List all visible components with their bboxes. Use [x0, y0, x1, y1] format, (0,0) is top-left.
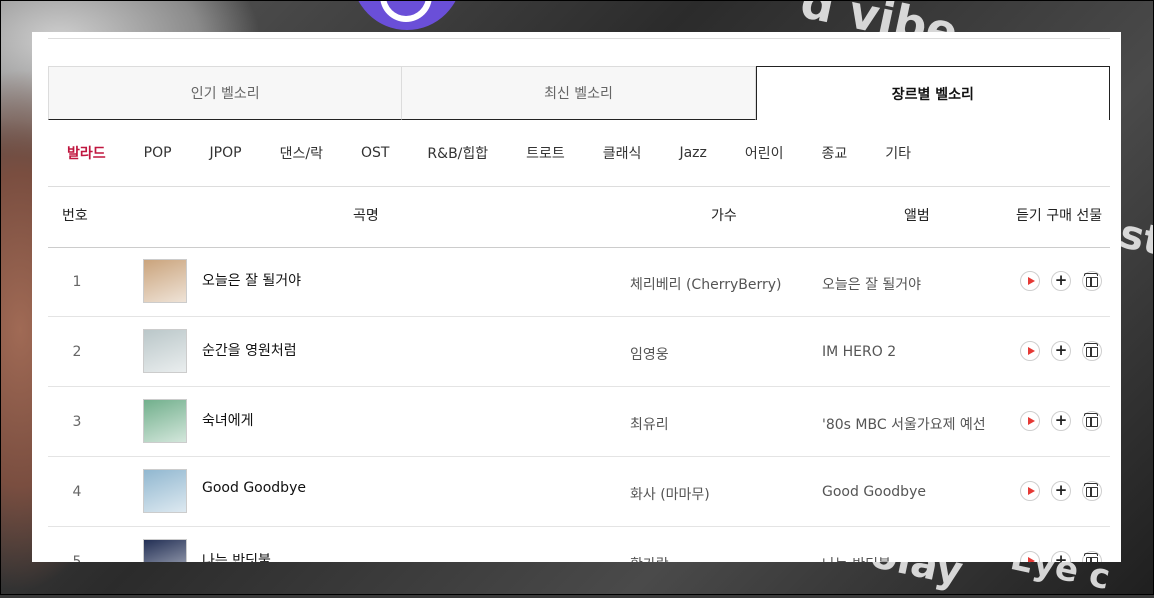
play-icon [1027, 277, 1035, 285]
table-header: 번호 곡명 가수 앨범 듣기 구매 선물 [48, 186, 1110, 248]
genre-rnb-hiphop[interactable]: R&B/힙합 [408, 143, 507, 163]
gift-icon [1084, 553, 1098, 562]
row-actions: + [1020, 481, 1102, 501]
gift-button[interactable] [1082, 411, 1102, 431]
gift-button[interactable] [1082, 481, 1102, 501]
album-cover[interactable] [143, 469, 187, 513]
play-icon [1027, 557, 1035, 562]
play-button[interactable] [1020, 271, 1040, 291]
gift-icon [1084, 343, 1098, 357]
plus-icon: + [1054, 551, 1068, 563]
song-album[interactable]: IM HERO 2 [822, 344, 896, 360]
gift-icon [1084, 413, 1098, 427]
play-icon [1027, 417, 1035, 425]
song-album[interactable]: 오늘은 잘 될거야 [822, 274, 921, 294]
buy-button[interactable]: + [1051, 341, 1071, 361]
song-artist[interactable]: 화사 (마마무) [630, 484, 710, 504]
gift-icon [1084, 273, 1098, 287]
table-row: 1 오늘은 잘 될거야 체리베리 (CherryBerry) 오늘은 잘 될거야… [48, 247, 1110, 317]
song-artist[interactable]: 최유리 [630, 414, 669, 434]
table-row: 3 숙녀에게 최유리 '80s MBC 서울가요제 예선 + [48, 387, 1110, 457]
genre-jazz[interactable]: Jazz [660, 145, 725, 161]
table-row: 4 Good Goodbye 화사 (마마무) Good Goodbye + [48, 457, 1110, 527]
genre-ballad[interactable]: 발라드 [48, 143, 125, 163]
buy-button[interactable]: + [1051, 551, 1071, 562]
category-tabs: 인기 벨소리 최신 벨소리 장르별 벨소리 [48, 66, 1110, 120]
top-divider [48, 32, 1110, 39]
row-number: 5 [72, 554, 82, 562]
header-number: 번호 [62, 208, 88, 224]
table-row: 5 나는 반딧불 황가람 나는 반딧불 + [48, 527, 1110, 562]
tab-genre[interactable]: 장르별 벨소리 [755, 66, 1110, 120]
gift-button[interactable] [1082, 551, 1102, 562]
header-artist: 가수 [711, 208, 737, 224]
song-title[interactable]: Good Goodbye [202, 480, 306, 496]
genre-kids[interactable]: 어린이 [726, 143, 803, 163]
row-number: 3 [72, 414, 82, 430]
genre-filter-bar: 발라드 POP JPOP 댄스/락 OST R&B/힙합 트로트 클래식 Jaz… [48, 120, 1110, 187]
genre-etc[interactable]: 기타 [866, 143, 930, 163]
genre-ost[interactable]: OST [342, 145, 408, 161]
song-artist[interactable]: 임영웅 [630, 344, 669, 364]
tab-latest[interactable]: 최신 벨소리 [402, 66, 756, 120]
ringtone-panel: 인기 벨소리 최신 벨소리 장르별 벨소리 발라드 POP JPOP 댄스/락 … [32, 32, 1121, 562]
plus-icon: + [1054, 271, 1068, 289]
header-album: 앨범 [904, 208, 930, 224]
row-number: 2 [72, 344, 82, 360]
plus-icon: + [1054, 411, 1068, 429]
gift-icon [1084, 483, 1098, 497]
song-title[interactable]: 나는 반딧불 [202, 550, 271, 562]
album-cover[interactable] [143, 329, 187, 373]
row-actions: + [1020, 271, 1102, 291]
plus-icon: + [1054, 481, 1068, 499]
song-album[interactable]: '80s MBC 서울가요제 예선 [822, 414, 986, 434]
genre-trot[interactable]: 트로트 [507, 143, 584, 163]
song-title[interactable]: 숙녀에게 [202, 410, 254, 430]
play-icon [1027, 487, 1035, 495]
buy-button[interactable]: + [1051, 411, 1071, 431]
buy-button[interactable]: + [1051, 481, 1071, 501]
header-title: 곡명 [353, 208, 379, 224]
song-title[interactable]: 순간을 영원처럼 [202, 340, 297, 360]
song-album[interactable]: Good Goodbye [822, 484, 926, 500]
row-actions: + [1020, 411, 1102, 431]
row-actions: + [1020, 551, 1102, 562]
song-artist[interactable]: 체리베리 (CherryBerry) [630, 274, 781, 294]
album-cover[interactable] [143, 399, 187, 443]
genre-jpop[interactable]: JPOP [191, 145, 261, 161]
gift-button[interactable] [1082, 341, 1102, 361]
genre-dance-rock[interactable]: 댄스/락 [261, 143, 342, 163]
album-cover[interactable] [143, 539, 187, 562]
gift-button[interactable] [1082, 271, 1102, 291]
row-actions: + [1020, 341, 1102, 361]
song-title[interactable]: 오늘은 잘 될거야 [202, 270, 301, 290]
buy-button[interactable]: + [1051, 271, 1071, 291]
header-actions: 듣기 구매 선물 [1016, 208, 1103, 224]
plus-icon: + [1054, 341, 1068, 359]
table-row: 2 순간을 영원처럼 임영웅 IM HERO 2 + [48, 317, 1110, 387]
play-icon [1027, 347, 1035, 355]
row-number: 4 [72, 484, 82, 500]
play-button[interactable] [1020, 551, 1040, 562]
song-list: 1 오늘은 잘 될거야 체리베리 (CherryBerry) 오늘은 잘 될거야… [48, 247, 1110, 562]
tab-popular[interactable]: 인기 벨소리 [48, 66, 403, 120]
genre-religion[interactable]: 종교 [802, 143, 866, 163]
play-button[interactable] [1020, 411, 1040, 431]
song-artist[interactable]: 황가람 [630, 554, 669, 562]
genre-pop[interactable]: POP [125, 145, 191, 161]
album-cover[interactable] [143, 259, 187, 303]
song-album[interactable]: 나는 반딧불 [822, 554, 891, 562]
play-button[interactable] [1020, 341, 1040, 361]
row-number: 1 [72, 274, 82, 290]
play-button[interactable] [1020, 481, 1040, 501]
genre-classic[interactable]: 클래식 [584, 143, 661, 163]
